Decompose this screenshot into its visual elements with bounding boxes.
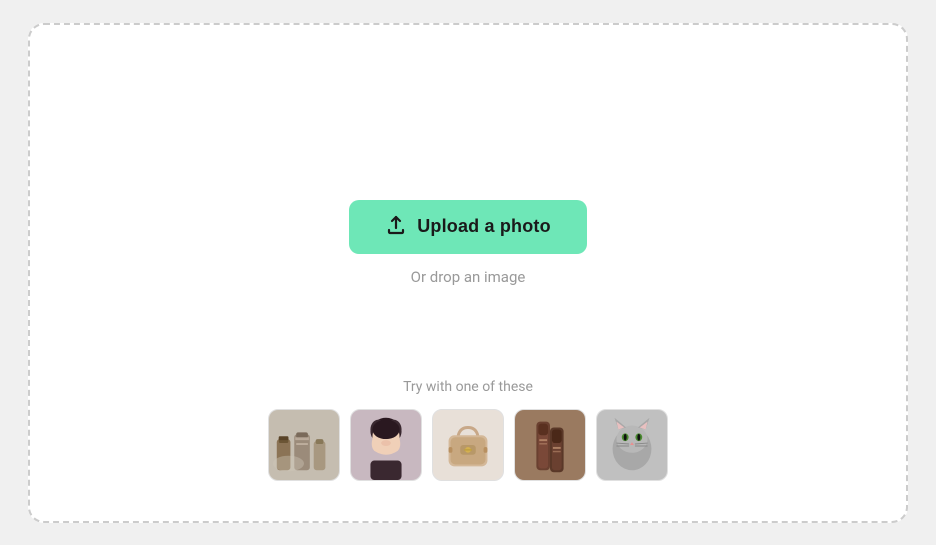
samples-row <box>268 409 668 481</box>
sample-cat[interactable] <box>596 409 668 481</box>
sample-tubes[interactable] <box>514 409 586 481</box>
sample-handbag[interactable] <box>432 409 504 481</box>
upload-icon <box>385 214 407 240</box>
sample-skincare[interactable] <box>268 409 340 481</box>
samples-section: Try with one of these <box>268 379 668 481</box>
upload-button-label: Upload a photo <box>417 216 551 237</box>
sample-woman[interactable] <box>350 409 422 481</box>
drop-hint-text: Or drop an image <box>411 268 526 286</box>
samples-label: Try with one of these <box>403 379 533 395</box>
drop-zone[interactable]: Upload a photo Or drop an image Try with… <box>28 23 908 523</box>
upload-area: Upload a photo Or drop an image <box>349 200 587 286</box>
upload-button[interactable]: Upload a photo <box>349 200 587 254</box>
